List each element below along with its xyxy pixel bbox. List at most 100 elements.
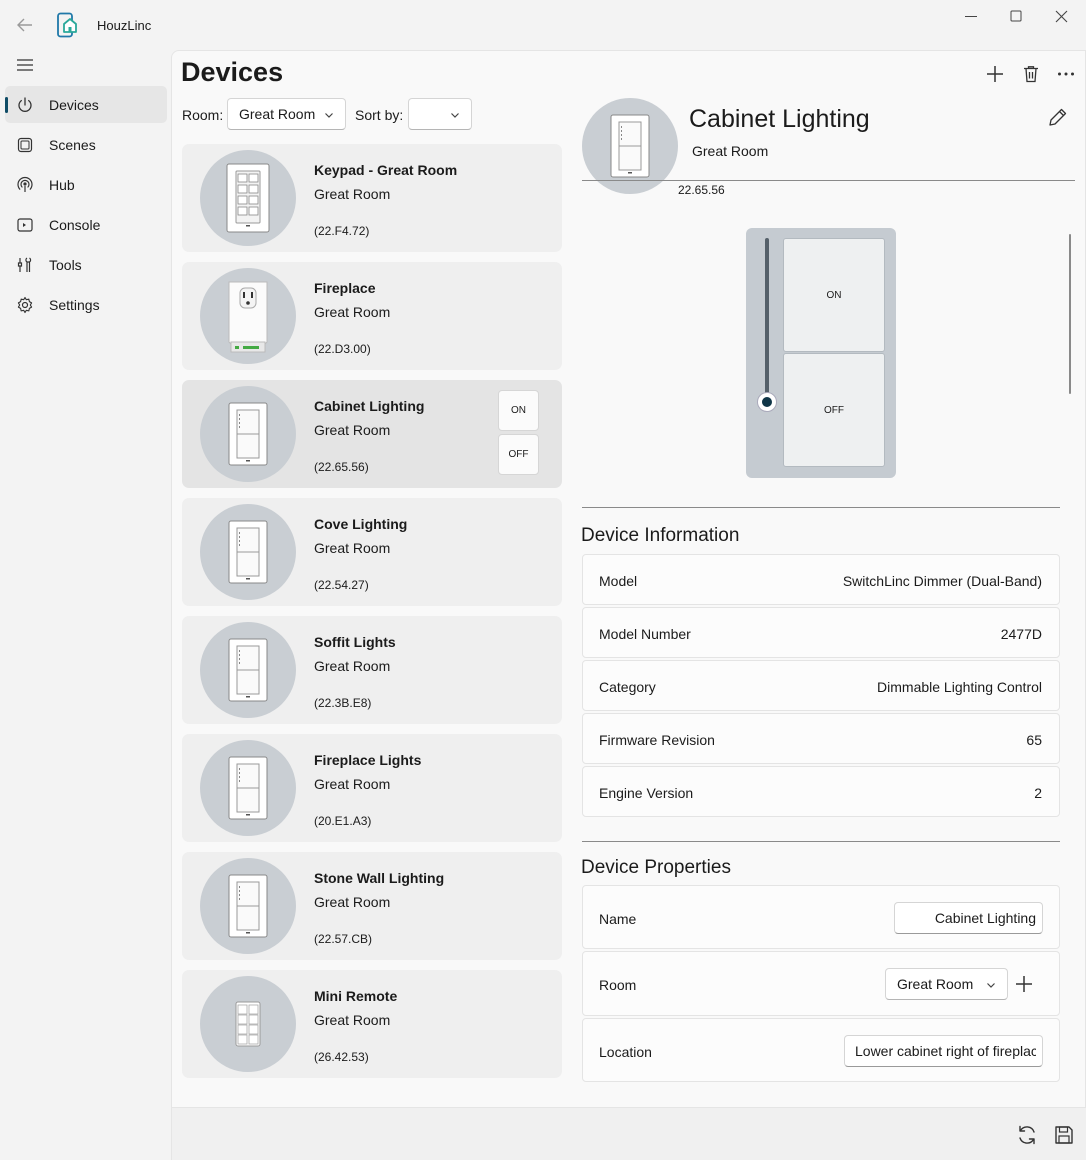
hamburger-menu-icon[interactable] (16, 57, 34, 73)
device-name: Keypad - Great Room (314, 162, 458, 178)
device-room: Great Room (314, 658, 391, 674)
sidebar-item-label: Scenes (49, 136, 96, 153)
dimmer-level-slider[interactable] (765, 238, 769, 406)
quick-off-button[interactable]: OFF (498, 434, 539, 475)
footer-bar (172, 1107, 1086, 1160)
page-title: Devices (181, 57, 284, 87)
chevron-down-icon (450, 110, 460, 120)
chevron-down-icon (324, 110, 334, 120)
info-row-category: Category Dimmable Lighting Control (582, 660, 1060, 711)
header-divider (582, 180, 1075, 181)
edit-pencil-icon[interactable] (1048, 107, 1068, 127)
device-room: Great Room (314, 1012, 391, 1028)
info-row-model-number: Model Number 2477D (582, 607, 1060, 658)
dimmer-level-thumb[interactable] (757, 392, 777, 412)
device-thumbnail (200, 504, 296, 600)
sidebar-item-settings[interactable]: Settings (5, 286, 167, 323)
switch-on-paddle[interactable]: ON (783, 238, 885, 352)
info-row-firmware: Firmware Revision 65 (582, 713, 1060, 764)
device-address: (22.F4.72) (314, 224, 370, 238)
sidebar-item-label: Devices (49, 96, 99, 113)
add-room-icon[interactable] (1014, 974, 1034, 994)
detail-device-name: Cabinet Lighting (689, 105, 870, 133)
device-address: (26.42.53) (314, 1050, 369, 1064)
switch-off-paddle[interactable]: OFF (783, 353, 885, 467)
minimize-icon[interactable] (961, 8, 981, 28)
sidebar-nav: Devices Scenes Hub Console Tools Setting… (5, 86, 167, 326)
info-value: Dimmable Lighting Control (877, 679, 1042, 695)
info-key: Model (599, 573, 638, 589)
info-row-model: Model SwitchLinc Dimmer (Dual-Band) (582, 554, 1060, 605)
device-card[interactable]: Fireplace Great Room (22.D3.00) (182, 262, 562, 370)
content-panel: Devices Room: Great Room Sort by: Keypad… (171, 50, 1086, 1160)
info-value: 2477D (1000, 626, 1042, 642)
save-icon[interactable] (1053, 1124, 1075, 1146)
sidebar-item-console[interactable]: Console (5, 206, 167, 243)
back-arrow-icon[interactable] (14, 14, 36, 36)
section-divider (582, 841, 1060, 842)
quick-on-button[interactable]: ON (498, 390, 539, 431)
info-key: Firmware Revision (599, 732, 715, 748)
app-title: HouzLinc (97, 18, 152, 33)
outlet-icon (228, 281, 268, 353)
room-select[interactable]: Great Room (885, 968, 1008, 1000)
device-card[interactable]: Cove Lighting Great Room (22.54.27) (182, 498, 562, 606)
device-name-input[interactable] (894, 902, 1043, 934)
info-key: Engine Version (599, 785, 694, 801)
device-name: Fireplace Lights (314, 752, 422, 768)
dimmer-switch-icon (228, 874, 268, 938)
room-select-value: Great Room (897, 976, 974, 992)
device-card[interactable]: Stone Wall Lighting Great Room (22.57.CB… (182, 852, 562, 960)
room-filter-label: Room: (182, 107, 224, 123)
app-logo-icon (56, 12, 80, 38)
device-card[interactable]: Soffit Lights Great Room (22.3B.E8) (182, 616, 562, 724)
device-card[interactable]: Keypad - Great Room Great Room (22.F4.72… (182, 144, 562, 252)
device-properties-title: Device Properties (581, 857, 731, 878)
device-thumbnail (200, 858, 296, 954)
device-address: (22.54.27) (314, 578, 369, 592)
sidebar-item-label: Console (49, 216, 101, 233)
dimmer-switch-icon (228, 638, 268, 702)
detail-device-address: 22.65.56 (678, 183, 725, 197)
room-filter-value: Great Room (239, 106, 316, 122)
device-name: Soffit Lights (314, 634, 396, 650)
sort-dropdown[interactable] (408, 98, 472, 130)
scrollbar[interactable] (1069, 234, 1071, 394)
info-value: 2 (1034, 785, 1042, 801)
info-row-engine-version: Engine Version 2 (582, 766, 1060, 817)
refresh-icon[interactable] (1016, 1124, 1038, 1146)
device-card[interactable]: Mini Remote Great Room (26.42.53) (182, 970, 562, 1078)
section-divider (582, 507, 1060, 508)
device-address: (22.D3.00) (314, 342, 371, 356)
more-options-icon[interactable] (1056, 64, 1076, 84)
location-input[interactable] (844, 1035, 1043, 1067)
prop-row-location: Location (582, 1018, 1060, 1082)
info-key: Category (599, 679, 656, 695)
device-room: Great Room (314, 894, 391, 910)
delete-icon[interactable] (1021, 64, 1041, 84)
add-device-icon[interactable] (985, 64, 1005, 84)
device-room: Great Room (314, 422, 391, 438)
switch-control: ON OFF (746, 228, 896, 478)
sidebar-item-devices[interactable]: Devices (5, 86, 167, 123)
power-icon (16, 96, 34, 114)
device-thumbnail (200, 150, 296, 246)
sidebar-item-scenes[interactable]: Scenes (5, 126, 167, 163)
device-list: Keypad - Great Room Great Room (22.F4.72… (182, 144, 563, 1088)
device-card[interactable]: Fireplace Lights Great Room (20.E1.A3) (182, 734, 562, 842)
prop-room-label: Room (599, 977, 637, 993)
close-icon[interactable] (1052, 8, 1072, 28)
detail-device-room: Great Room (692, 143, 769, 159)
tools-icon (16, 256, 34, 274)
device-room: Great Room (314, 776, 391, 792)
device-card-selected[interactable]: Cabinet Lighting Great Room (22.65.56) O… (182, 380, 562, 488)
device-thumbnail (200, 386, 296, 482)
device-address: (22.3B.E8) (314, 696, 372, 710)
sidebar-item-hub[interactable]: Hub (5, 166, 167, 203)
sidebar-item-tools[interactable]: Tools (5, 246, 167, 283)
room-filter-dropdown[interactable]: Great Room (227, 98, 346, 130)
scenes-icon (16, 136, 34, 154)
dimmer-switch-icon (228, 756, 268, 820)
maximize-icon[interactable] (1006, 8, 1026, 28)
device-address: (22.57.CB) (314, 932, 373, 946)
